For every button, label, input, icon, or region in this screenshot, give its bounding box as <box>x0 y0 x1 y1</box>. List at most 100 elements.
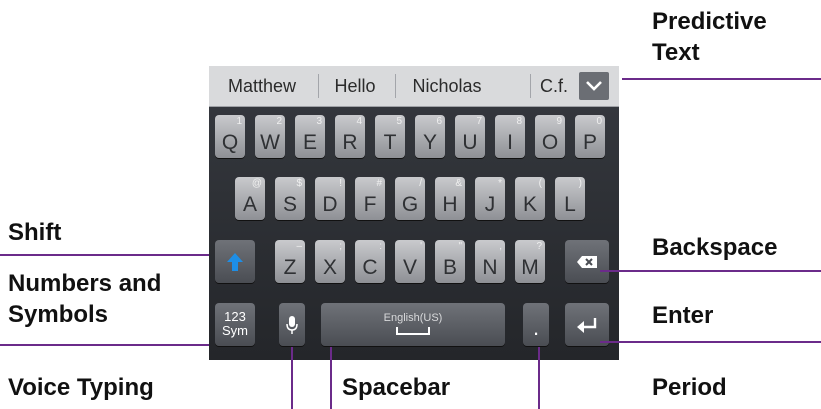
key-letter: M <box>521 256 539 279</box>
key-s[interactable]: $ S <box>275 177 305 220</box>
keyboard-keys-area: 1Q 2W 3E 4R 5T 6Y 7U 8I 9O 0P @ A $ S ! D #… <box>209 107 619 360</box>
key-j[interactable]: * J <box>475 177 505 220</box>
key-secondary: 4 <box>356 116 362 127</box>
period-char: . <box>532 315 540 340</box>
sym-key-top: 123 <box>224 309 246 324</box>
key-secondary: & <box>455 178 462 189</box>
key-p[interactable]: 0P <box>575 115 605 158</box>
key-secondary: $ <box>296 178 302 189</box>
key-secondary: / <box>419 178 422 189</box>
key-t[interactable]: 5T <box>375 115 405 158</box>
voice-callout-line <box>291 347 293 409</box>
key-w[interactable]: 2W <box>255 115 285 158</box>
chevron-down-icon <box>586 81 602 91</box>
key-secondary: * <box>498 178 502 189</box>
key-letter: P <box>582 131 597 154</box>
voice-typing-key[interactable] <box>279 303 305 346</box>
voice-typing-label: Voice Typing <box>8 374 154 401</box>
spacebar-label: Spacebar <box>342 374 451 401</box>
numbers-label-line2: Symbols <box>8 301 109 328</box>
prediction-word-4[interactable]: C.f. <box>532 66 576 106</box>
key-x[interactable]: ; X <box>315 240 345 283</box>
key-secondary: ! <box>339 178 342 189</box>
predictive-callout-line <box>622 78 821 80</box>
space-icon <box>396 327 430 335</box>
predictive-label-line2: Text <box>652 39 700 66</box>
shift-label: Shift <box>8 219 62 246</box>
key-letter: G <box>401 193 419 216</box>
key-letter: W <box>260 131 280 154</box>
key-letter: Z <box>283 256 297 279</box>
enter-icon <box>577 317 597 333</box>
key-y[interactable]: 6Y <box>415 115 445 158</box>
key-m[interactable]: ? M <box>515 240 545 283</box>
backspace-callout-line <box>600 270 821 272</box>
key-secondary: 6 <box>436 116 442 127</box>
prediction-word-2[interactable]: Hello <box>320 66 390 106</box>
key-secondary: ) <box>578 178 582 189</box>
key-letter: K <box>522 193 537 216</box>
key-k[interactable]: (K <box>515 177 545 220</box>
key-secondary: , <box>499 241 502 252</box>
key-secondary: ( <box>538 178 542 189</box>
key-b[interactable]: " B <box>435 240 465 283</box>
key-f[interactable]: # F <box>355 177 385 220</box>
key-letter: U <box>462 131 478 154</box>
key-d[interactable]: ! D <box>315 177 345 220</box>
enter-key[interactable] <box>565 303 609 346</box>
numbers-label-line1: Numbers and <box>8 270 162 297</box>
key-letter: A <box>242 193 257 216</box>
prediction-word-3[interactable]: Nicholas <box>397 66 497 106</box>
period-callout-line <box>538 347 540 409</box>
spacebar-key[interactable]: English(US) <box>321 303 505 346</box>
shift-callout-line <box>0 254 209 256</box>
spacebar-language: English(US) <box>383 312 443 324</box>
key-secondary: " <box>458 241 462 252</box>
key-c[interactable]: :C <box>355 240 385 283</box>
key-l[interactable]: ) L <box>555 177 585 220</box>
prediction-word-1[interactable]: Matthew <box>215 66 309 106</box>
predictive-label-line1: Predictive <box>652 8 767 35</box>
numbers-symbols-key[interactable]: 123 Sym <box>215 303 255 346</box>
backspace-label: Backspace <box>652 234 778 261</box>
shift-key[interactable] <box>215 240 255 283</box>
key-h[interactable]: & H <box>435 177 465 220</box>
key-letter: O <box>541 131 559 154</box>
period-label: Period <box>652 374 727 401</box>
microphone-icon <box>286 315 298 334</box>
key-g[interactable]: / G <box>395 177 425 220</box>
backspace-key[interactable] <box>565 240 609 283</box>
key-secondary: ? <box>536 241 542 252</box>
key-letter: I <box>507 131 513 154</box>
backspace-icon <box>577 255 597 268</box>
key-letter: D <box>322 193 338 216</box>
key-o[interactable]: 9O <box>535 115 565 158</box>
key-letter: N <box>482 256 498 279</box>
key-secondary: 9 <box>556 116 562 127</box>
key-e[interactable]: 3E <box>295 115 325 158</box>
key-letter: R <box>342 131 358 154</box>
key-q[interactable]: 1Q <box>215 115 245 158</box>
period-key[interactable]: . <box>523 303 549 346</box>
expand-predictions-button[interactable] <box>579 72 609 100</box>
keyboard: Matthew Hello Nicholas C.f. 1Q 2W 3E 4R … <box>209 66 619 360</box>
key-letter: J <box>484 193 496 216</box>
key-a[interactable]: @ A <box>235 177 265 220</box>
key-secondary: 3 <box>316 116 322 127</box>
key-z[interactable]: – Z <box>275 240 305 283</box>
key-secondary: ' <box>420 241 422 252</box>
key-n[interactable]: ,N <box>475 240 505 283</box>
prediction-divider <box>530 74 531 98</box>
key-letter: L <box>564 193 576 216</box>
key-letter: V <box>402 256 417 279</box>
key-secondary: 0 <box>596 116 602 127</box>
numbers-symbols-label: Numbers and Symbols <box>8 268 161 330</box>
key-secondary: – <box>296 241 302 252</box>
shift-arrow-icon <box>227 252 243 271</box>
key-r[interactable]: 4R <box>335 115 365 158</box>
key-v[interactable]: ' V <box>395 240 425 283</box>
key-secondary: 1 <box>236 116 242 127</box>
key-i[interactable]: 8I <box>495 115 525 158</box>
key-u[interactable]: 7U <box>455 115 485 158</box>
key-letter: X <box>322 256 337 279</box>
